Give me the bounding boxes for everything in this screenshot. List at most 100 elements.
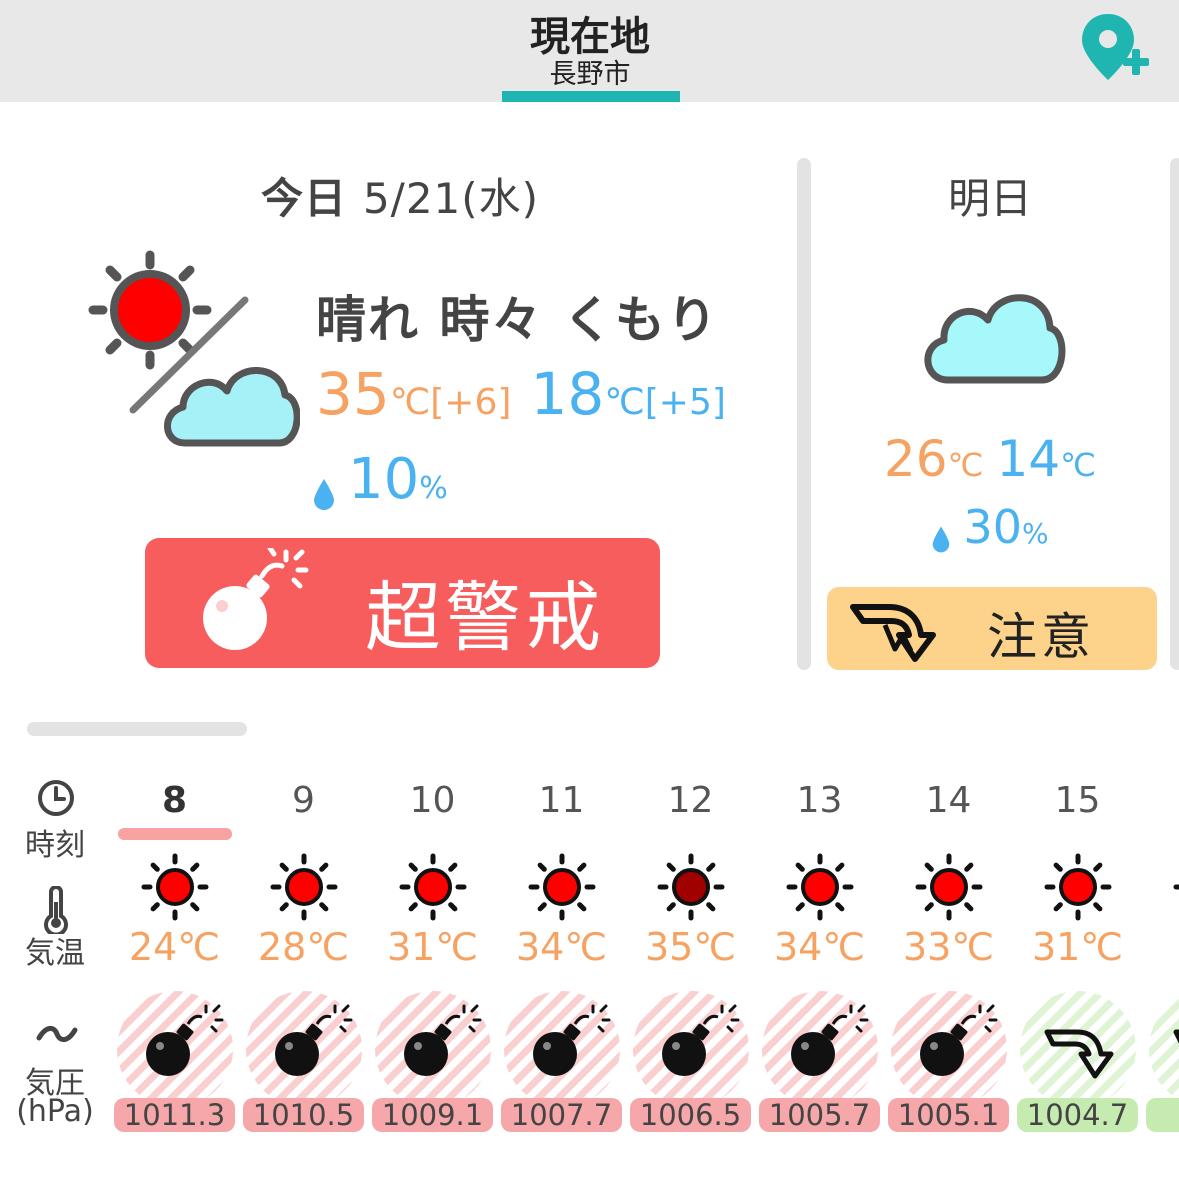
arrow-down-icon <box>1148 990 1179 1108</box>
tomorrow-high-unit: ℃ <box>947 446 984 484</box>
tomorrow-temperatures: 26℃ 14℃ <box>820 430 1160 488</box>
today-rain-value: 10 <box>348 447 420 512</box>
bomb-icon <box>761 990 879 1108</box>
raindrop-icon <box>314 478 334 510</box>
hour-temperature: 33℃ <box>902 925 995 969</box>
bomb-icon <box>890 990 1008 1108</box>
today-low-diff: [+5] <box>644 382 726 423</box>
hour-temperature: 2 <box>1142 925 1179 969</box>
today-alert-badge[interactable]: 超警戒 <box>145 538 660 668</box>
bomb-icon <box>632 990 750 1108</box>
hour-column[interactable]: 10 31℃ 1009.1 <box>368 770 497 1170</box>
hour-temperature: 31℃ <box>386 925 479 969</box>
hour-temperature: 28℃ <box>257 925 350 969</box>
bomb-icon <box>116 990 234 1108</box>
sun-red-icon <box>527 852 597 922</box>
hour-temperature: 24℃ <box>128 925 221 969</box>
arrow-down-icon <box>849 595 941 663</box>
bomb-icon <box>245 990 363 1108</box>
tomorrow-alert-label: 注意 <box>987 608 1095 666</box>
sun-red-icon <box>1172 852 1179 922</box>
today-date: 5/21(水) <box>362 174 540 223</box>
scroll-indicator[interactable] <box>27 722 247 736</box>
tomorrow-high: 26 <box>883 430 948 488</box>
hour-label: 14 <box>925 780 972 821</box>
sun-red-icon <box>1043 852 1113 922</box>
hour-label: 11 <box>538 780 585 821</box>
today-high: 35 <box>316 360 390 428</box>
bomb-icon <box>503 990 621 1108</box>
today-rain-chance: 10% <box>312 447 448 512</box>
sun-red-icon <box>269 852 339 922</box>
hour-label: 13 <box>796 780 843 821</box>
tomorrow-rain-value: 30 <box>963 500 1022 554</box>
card-divider <box>797 158 811 670</box>
today-low-unit: ℃ <box>604 382 645 423</box>
hour-column[interactable]: 12 35℃ 1006.5 <box>626 770 755 1170</box>
active-tab-indicator <box>502 91 680 102</box>
location-city[interactable]: 長野市 <box>390 52 790 91</box>
sun-red-icon <box>785 852 855 922</box>
pressure-wave-icon <box>36 1022 78 1048</box>
hour-column[interactable]: 13 34℃ 1005.7 <box>755 770 884 1170</box>
bomb-icon <box>190 545 310 658</box>
add-location-button[interactable] <box>1078 10 1154 86</box>
hour-column[interactable]: 11 34℃ 1007.7 <box>497 770 626 1170</box>
card-divider <box>1170 158 1179 670</box>
hour-column[interactable]: 14 33℃ 1005.1 <box>884 770 1013 1170</box>
hourly-forecast[interactable]: 8 24℃ 1011.3 9 28℃ 1010.5 10 31℃ 1009.1 11 34℃ 1007… <box>110 770 1179 1170</box>
row-label-time: 時刻 <box>25 828 85 863</box>
hour-label: 12 <box>667 780 714 821</box>
today-date-heading: 今日 5/21(水) <box>150 165 650 226</box>
today-high-unit: ℃ <box>389 382 431 423</box>
hour-pressure: 1011.3 <box>114 1098 235 1132</box>
hour-label: 9 <box>292 780 315 821</box>
hour-label: 10 <box>409 780 456 821</box>
bomb-icon <box>374 990 492 1108</box>
hour-pressure: 10 <box>1146 1098 1179 1132</box>
row-label-pressure-unit: (hPa) <box>16 1094 94 1129</box>
hour-pressure: 1005.1 <box>888 1098 1009 1132</box>
sun-red-icon <box>398 852 468 922</box>
hour-pressure: 1007.7 <box>501 1098 622 1132</box>
hour-pressure: 1005.7 <box>759 1098 880 1132</box>
pin-plus-icon <box>1082 14 1149 80</box>
hour-temperature: 34℃ <box>773 925 866 969</box>
sun-partly-cloudy-icon <box>85 245 301 450</box>
hour-pressure: 1004.7 <box>1017 1098 1138 1132</box>
hour-temperature: 31℃ <box>1031 925 1124 969</box>
today-label: 今日 <box>260 174 347 223</box>
hour-column[interactable]: 15 31℃ 1004.7 <box>1013 770 1142 1170</box>
cloud-icon <box>918 280 1066 390</box>
hour-temperature: 34℃ <box>515 925 608 969</box>
tomorrow-label: 明日 <box>947 174 1032 223</box>
hour-label: 8 <box>161 780 188 821</box>
hour-pressure: 1006.5 <box>630 1098 751 1132</box>
sun-darkred-icon <box>656 852 726 922</box>
arrow-down-icon <box>1019 990 1137 1108</box>
hour-pressure: 1009.1 <box>372 1098 493 1132</box>
tomorrow-alert-badge[interactable]: 注意 <box>827 587 1157 670</box>
current-hour-indicator <box>118 828 232 840</box>
today-low: 18 <box>530 360 605 428</box>
hour-column[interactable]: 8 24℃ 1011.3 <box>110 770 239 1170</box>
tomorrow-rain-unit: % <box>1021 517 1049 550</box>
hour-temperature: 35℃ <box>644 925 737 969</box>
tomorrow-low: 14 <box>996 430 1061 488</box>
thermometer-icon <box>40 885 72 937</box>
today-condition: 晴れ 時々 くもり <box>316 291 719 349</box>
tomorrow-low-unit: ℃ <box>1060 446 1097 484</box>
hour-column[interactable]: 9 28℃ 1010.5 <box>239 770 368 1170</box>
hour-label: 16 <box>1142 780 1179 821</box>
hour-label: 15 <box>1054 780 1101 821</box>
tomorrow-rain-chance: 30% <box>820 500 1160 554</box>
clock-icon <box>36 778 76 818</box>
raindrop-icon <box>933 526 950 552</box>
today-alert-label: 超警戒 <box>365 573 605 662</box>
row-label-temperature: 気温 <box>25 936 85 971</box>
today-rain-unit: % <box>419 471 448 506</box>
sun-red-icon <box>914 852 984 922</box>
hour-pressure: 1010.5 <box>243 1098 364 1132</box>
today-high-diff: [+6] <box>430 382 512 423</box>
hour-column[interactable]: 16 2 10 <box>1142 770 1179 1170</box>
